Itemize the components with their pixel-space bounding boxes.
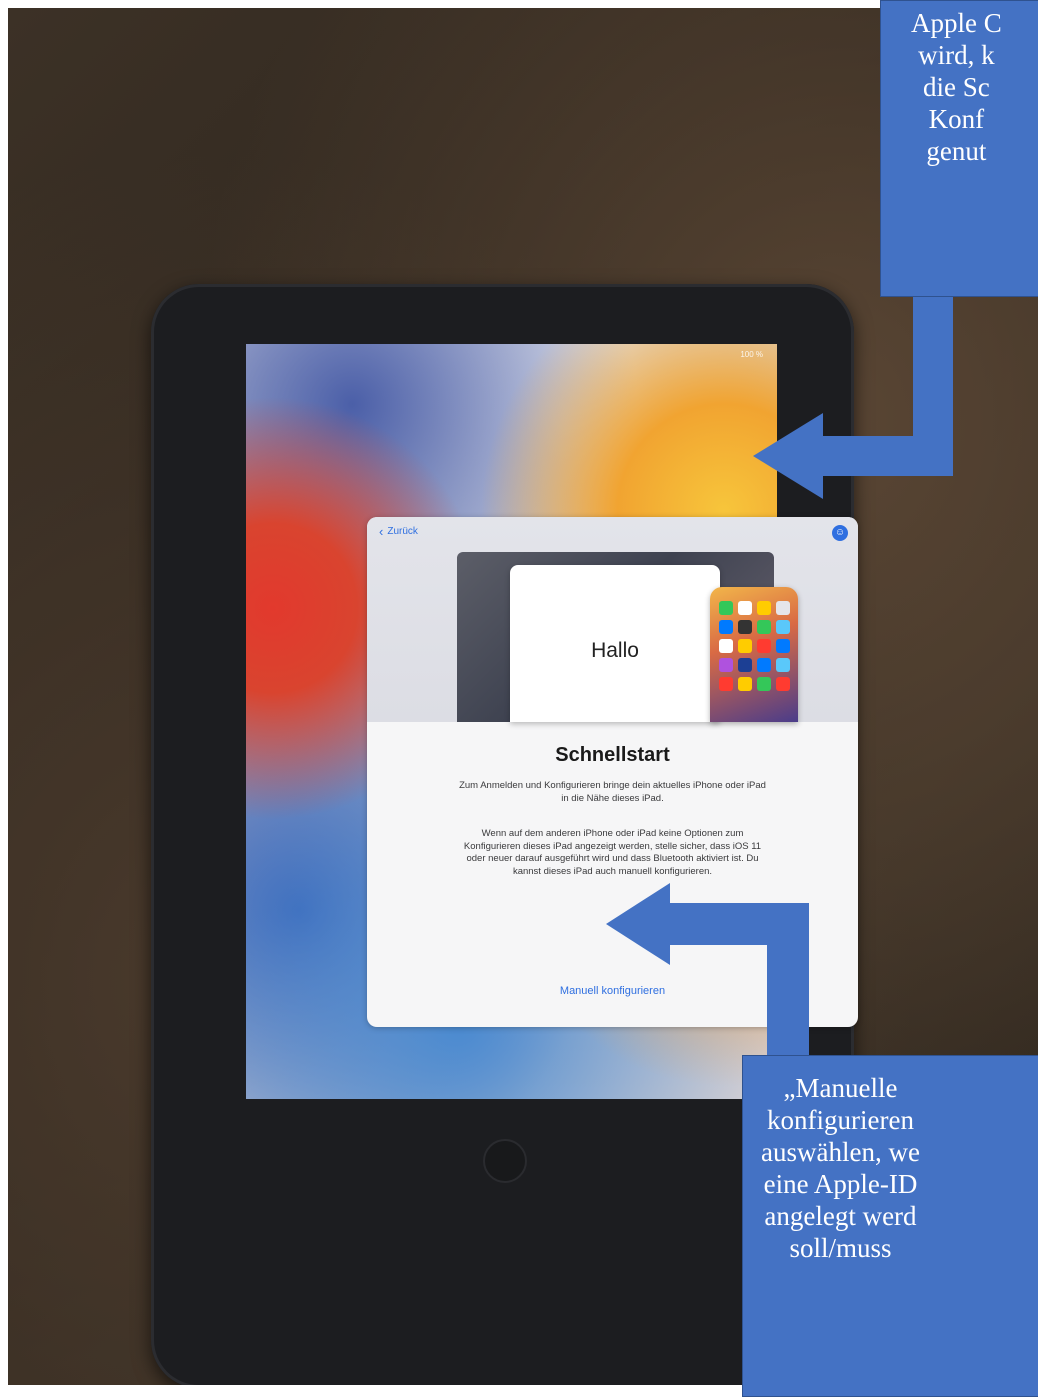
top-annotation-callout: Apple C wird, k die Sc Konf genut (880, 0, 1038, 297)
bottom-arrow-shaft (670, 903, 809, 945)
callout-line: Konf (928, 104, 985, 134)
callout-line: soll/muss (789, 1233, 892, 1263)
bottom-annotation-callout: „Manuelle konfigurieren auswählen, we ei… (742, 1055, 1038, 1397)
callout-line: eine Apple-ID (763, 1169, 918, 1199)
callout-line: „Manuelle (783, 1073, 898, 1103)
top-arrowhead (753, 413, 823, 499)
callout-line: die Sc (923, 72, 990, 102)
callout-line: wird, k (918, 40, 995, 70)
callout-line: angelegt werd (764, 1201, 917, 1231)
top-arrow-shaft (823, 436, 953, 476)
callout-line: konfigurieren (767, 1105, 914, 1135)
bottom-arrowhead (606, 883, 670, 965)
callout-line: Apple C (911, 8, 1002, 38)
callout-line: auswählen, we (761, 1137, 920, 1167)
top-arrow-stem (913, 295, 953, 460)
callout-line: genut (926, 136, 987, 166)
